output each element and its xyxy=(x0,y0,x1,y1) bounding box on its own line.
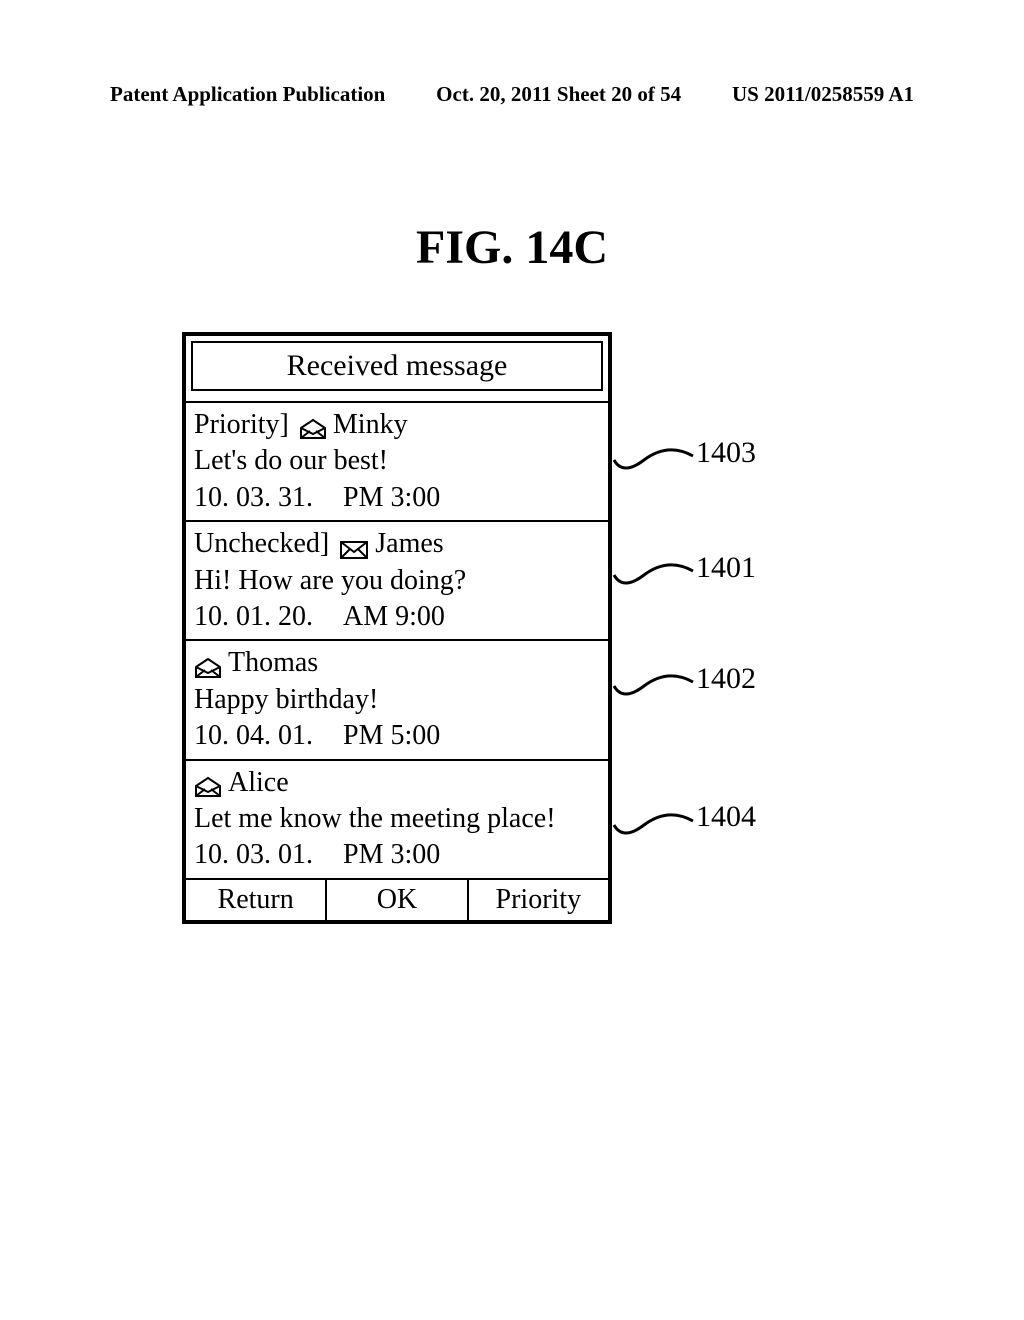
phone-screen: Received message Priority] Minky Let's d… xyxy=(182,332,612,924)
message-body: Hi! How are you doing? xyxy=(194,563,600,599)
envelope-open-icon xyxy=(194,653,222,675)
priority-button[interactable]: Priority xyxy=(469,880,608,920)
envelope-open-icon xyxy=(194,772,222,794)
message-body: Let's do our best! xyxy=(194,443,600,479)
title-bar: Received message xyxy=(186,336,608,403)
callout-ref: 1404 xyxy=(696,800,756,834)
message-sender: Thomas xyxy=(228,645,318,681)
message-item[interactable]: Alice Let me know the meeting place! 10.… xyxy=(186,761,608,880)
envelope-closed-icon xyxy=(339,534,369,554)
message-sender: Alice xyxy=(228,765,289,801)
ok-button[interactable]: OK xyxy=(327,880,468,920)
message-item[interactable]: Unchecked] James Hi! How are you doing? … xyxy=(186,522,608,641)
return-button[interactable]: Return xyxy=(186,880,327,920)
message-sender: James xyxy=(375,526,443,562)
message-item[interactable]: Priority] Minky Let's do our best! 10. 0… xyxy=(186,403,608,522)
callout-ref: 1403 xyxy=(696,436,756,470)
message-prefix: Unchecked] xyxy=(194,526,329,562)
message-sender: Minky xyxy=(333,407,408,443)
callout-line xyxy=(608,440,708,480)
callout-ref: 1402 xyxy=(696,662,756,696)
message-body: Let me know the meeting place! xyxy=(194,801,600,837)
message-time: PM 3:00 xyxy=(343,480,440,516)
header-middle: Oct. 20, 2011 Sheet 20 of 54 xyxy=(436,82,681,107)
message-body: Happy birthday! xyxy=(194,682,600,718)
message-prefix: Priority] xyxy=(194,407,289,443)
message-date: 10. 03. 31. xyxy=(194,480,313,516)
callout-line xyxy=(608,666,708,706)
callout-line xyxy=(608,805,708,845)
button-row: Return OK Priority xyxy=(186,880,608,920)
page-header: Patent Application Publication Oct. 20, … xyxy=(0,82,1024,107)
message-time: PM 5:00 xyxy=(343,718,440,754)
envelope-open-icon xyxy=(299,414,327,436)
callout-ref: 1401 xyxy=(696,551,756,585)
message-date: 10. 03. 01. xyxy=(194,837,313,873)
message-date: 10. 01. 20. xyxy=(194,599,313,635)
screen-title: Received message xyxy=(191,341,603,391)
figure-label: FIG. 14C xyxy=(416,220,608,275)
message-time: AM 9:00 xyxy=(343,599,445,635)
header-right: US 2011/0258559 A1 xyxy=(732,82,914,107)
callout-line xyxy=(608,555,708,595)
message-time: PM 3:00 xyxy=(343,837,440,873)
header-left: Patent Application Publication xyxy=(110,82,385,107)
message-item[interactable]: Thomas Happy birthday! 10. 04. 01. PM 5:… xyxy=(186,641,608,760)
message-date: 10. 04. 01. xyxy=(194,718,313,754)
